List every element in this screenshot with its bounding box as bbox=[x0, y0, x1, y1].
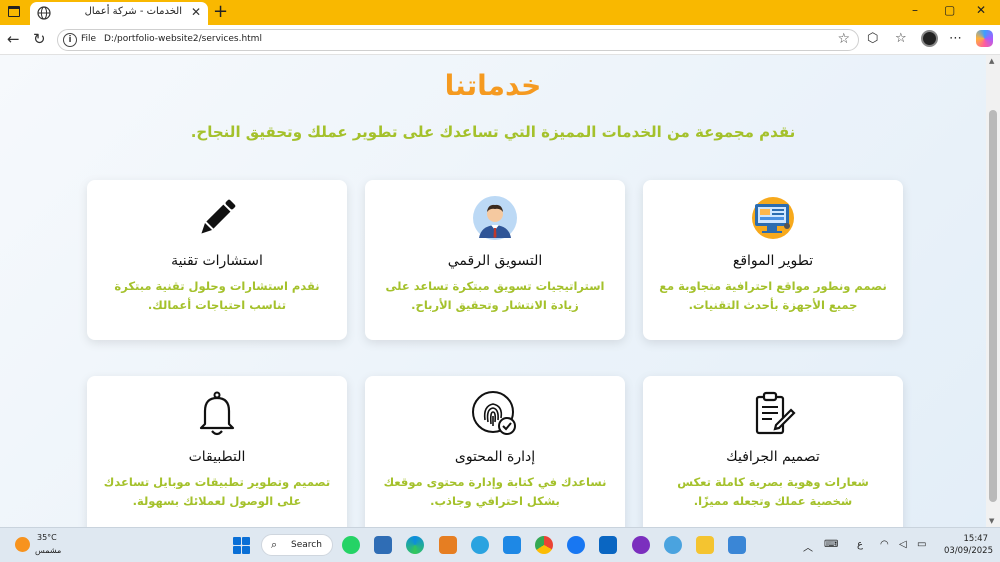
maximize-button[interactable]: ▢ bbox=[944, 3, 955, 17]
system-clock[interactable]: 15:47 03/09/2025 bbox=[944, 533, 993, 557]
close-window-button[interactable]: ✕ bbox=[976, 3, 986, 17]
input-language[interactable]: ع bbox=[857, 539, 863, 550]
refresh-icon[interactable]: ↻ bbox=[33, 30, 46, 48]
search-label: Search bbox=[291, 540, 322, 550]
linkedin-icon[interactable] bbox=[599, 536, 617, 554]
taskbar-search[interactable]: ⌕ Search bbox=[261, 534, 333, 556]
page-scrollbar[interactable]: ▲ ▼ bbox=[986, 55, 1000, 527]
favorites-icon[interactable]: ☆ bbox=[895, 31, 907, 47]
service-title: تصميم الجرافيك bbox=[726, 449, 820, 465]
copilot-icon[interactable] bbox=[976, 30, 993, 47]
battery-icon[interactable]: ▭ bbox=[917, 539, 926, 550]
weather-temperature[interactable]: 35°C bbox=[37, 533, 57, 542]
url-text[interactable]: D:/portfolio-website2/services.html bbox=[104, 34, 262, 44]
edge-dev-icon[interactable] bbox=[664, 536, 682, 554]
page-viewport: خدماتنا نقدم مجموعة من الخدمات المميزة ا… bbox=[0, 55, 986, 527]
service-description: تصميم وتطوير تطبيقات موبايل تساعدك على ا… bbox=[103, 475, 331, 508]
chevron-up-icon[interactable]: ︿ bbox=[803, 539, 813, 554]
service-title: التطبيقات bbox=[188, 449, 246, 465]
page-subtitle: نقدم مجموعة من الخدمات المميزة التي تساع… bbox=[190, 123, 796, 141]
back-arrow-icon[interactable]: ← bbox=[7, 30, 20, 48]
scroll-down-arrow-icon[interactable]: ▼ bbox=[989, 517, 994, 525]
workspaces-icon[interactable] bbox=[8, 6, 20, 17]
service-description: نساعدك في كتابة وإدارة محتوى موقعك بشكل … bbox=[383, 475, 607, 508]
store-icon[interactable] bbox=[374, 536, 392, 554]
service-card-graphic-design[interactable]: تصميم الجرافيك شعارات وهوية بصرية كاملة … bbox=[643, 376, 903, 527]
podcast-icon[interactable] bbox=[632, 536, 650, 554]
page-title: خدماتنا bbox=[444, 69, 542, 102]
more-menu-icon[interactable]: ⋯ bbox=[949, 31, 962, 47]
search-icon: ⌕ bbox=[271, 538, 278, 551]
scrollbar-thumb[interactable] bbox=[989, 110, 997, 502]
telegram-icon[interactable] bbox=[471, 536, 489, 554]
sun-icon[interactable] bbox=[15, 537, 30, 552]
scroll-up-arrow-icon[interactable]: ▲ bbox=[989, 57, 994, 65]
service-title: إدارة المحتوى bbox=[454, 449, 536, 465]
profile-avatar[interactable] bbox=[921, 30, 938, 47]
facebook-icon[interactable] bbox=[567, 536, 585, 554]
service-title: استشارات تقنية bbox=[171, 253, 263, 269]
bell-icon bbox=[199, 391, 235, 436]
minimize-button[interactable]: – bbox=[912, 3, 918, 17]
edge-icon[interactable] bbox=[406, 536, 424, 554]
extensions-icon[interactable]: ⬡ bbox=[867, 31, 878, 47]
clock-time: 15:47 bbox=[963, 534, 989, 544]
keyboard-icon[interactable]: ⌨ bbox=[824, 539, 838, 550]
weather-description[interactable]: مشمس bbox=[35, 546, 61, 555]
service-description: استراتيجيات تسويق مبتكرة تساعد على زيادة… bbox=[385, 279, 605, 312]
service-card-digital-marketing[interactable]: التسويق الرقمي استراتيجيات تسويق مبتكرة … bbox=[365, 180, 625, 340]
browser-tab[interactable]: الخدمات - شركة أعمال ✕ bbox=[30, 2, 208, 25]
wifi-icon[interactable]: ◠ bbox=[880, 539, 889, 550]
new-tab-button[interactable]: + bbox=[213, 1, 228, 23]
service-description: شعارات وهوية بصرية كاملة تعكس شخصية عملك… bbox=[677, 475, 869, 508]
volume-icon[interactable]: ◁ bbox=[899, 539, 907, 550]
browser-tab-bar: الخدمات - شركة أعمال ✕ + – ▢ ✕ bbox=[0, 0, 1000, 25]
marketer-avatar-icon bbox=[473, 196, 517, 240]
chrome-icon[interactable] bbox=[535, 536, 553, 554]
address-bar-row: ← ↻ i File D:/portfolio-website2/service… bbox=[0, 25, 1000, 55]
photo-editor-icon[interactable] bbox=[439, 536, 457, 554]
windows-taskbar: 35°C مشمس ⌕ Search ︿ ⌨ ع ◠ ◁ ▭ 15:47 03/… bbox=[0, 527, 1000, 562]
service-card-web-development[interactable]: تطوير المواقع نصمم ونطور مواقع احترافية … bbox=[643, 180, 903, 340]
web-development-icon bbox=[752, 197, 794, 239]
service-title: التسويق الرقمي bbox=[447, 253, 543, 269]
service-card-tech-consulting[interactable]: استشارات تقنية نقدم استشارات وحلول تقنية… bbox=[87, 180, 347, 340]
file-explorer-icon[interactable] bbox=[696, 536, 714, 554]
close-tab-icon[interactable]: ✕ bbox=[191, 5, 201, 19]
start-button[interactable] bbox=[233, 537, 250, 554]
vscode-icon[interactable] bbox=[503, 536, 521, 554]
favorite-star-icon[interactable]: ☆ bbox=[837, 31, 850, 47]
info-icon[interactable]: i bbox=[63, 33, 77, 47]
clipboard-edit-icon bbox=[755, 391, 796, 435]
service-title: تطوير المواقع bbox=[732, 253, 814, 269]
globe-icon bbox=[37, 6, 51, 20]
service-description: نقدم استشارات وحلول تقنية مبتكرة تناسب ا… bbox=[114, 279, 320, 312]
protocol-label: File bbox=[81, 34, 97, 44]
clock-date: 03/09/2025 bbox=[944, 546, 993, 556]
whatsapp-icon[interactable] bbox=[342, 536, 360, 554]
tab-title: الخدمات - شركة أعمال bbox=[84, 6, 182, 17]
service-description: نصمم ونطور مواقع احترافية متجاوبة مع جمي… bbox=[659, 279, 887, 312]
url-bar[interactable]: i File D:/portfolio-website2/services.ht… bbox=[57, 29, 859, 51]
fingerprint-check-icon bbox=[472, 391, 516, 435]
pencil-icon bbox=[201, 199, 236, 234]
service-card-content-management[interactable]: إدارة المحتوى نساعدك في كتابة وإدارة محت… bbox=[365, 376, 625, 527]
photos-icon[interactable] bbox=[728, 536, 746, 554]
service-card-apps[interactable]: التطبيقات تصميم وتطوير تطبيقات موبايل تس… bbox=[87, 376, 347, 527]
